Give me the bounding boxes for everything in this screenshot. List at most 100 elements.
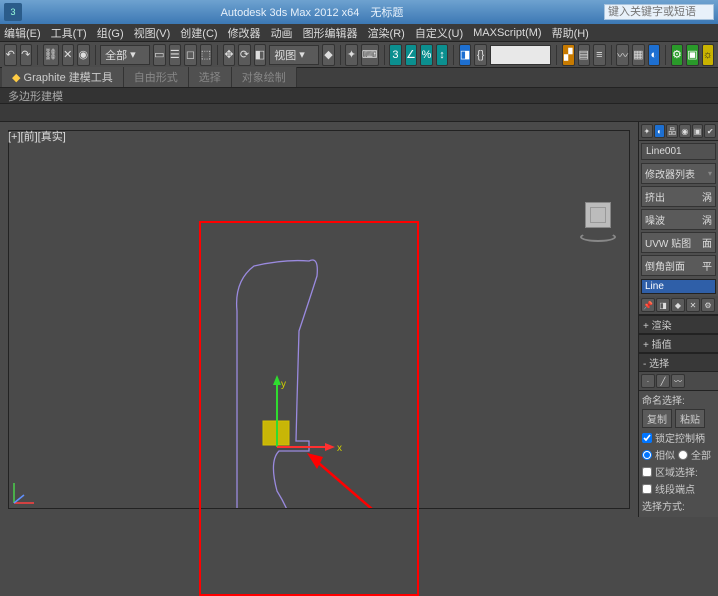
menu-rendering[interactable]: 渲染(R) bbox=[368, 25, 405, 41]
link-button[interactable]: ⛓ bbox=[43, 44, 59, 66]
vertex-level-icon[interactable]: · bbox=[641, 374, 655, 388]
toolbar-separator bbox=[217, 45, 218, 65]
select-object-button[interactable]: ▭ bbox=[153, 44, 166, 66]
percent-snap-button[interactable]: % bbox=[420, 44, 433, 66]
select-by-name-button[interactable]: ☰ bbox=[169, 44, 182, 66]
manipulate-button[interactable]: ✦ bbox=[345, 44, 358, 66]
gizmo-y-arrow-icon[interactable] bbox=[273, 375, 281, 385]
schematic-view-button[interactable]: ▦ bbox=[632, 44, 645, 66]
menu-modifiers[interactable]: 修改器 bbox=[228, 25, 261, 41]
menu-graph-editors[interactable]: 图形编辑器 bbox=[303, 25, 358, 41]
copy-button[interactable]: 复制 bbox=[642, 409, 672, 428]
menu-edit[interactable]: 编辑(E) bbox=[4, 25, 41, 41]
viewcube-ring-icon[interactable] bbox=[580, 232, 616, 242]
utilities-tab-icon[interactable]: ✔ bbox=[704, 124, 716, 138]
menu-animation[interactable]: 动画 bbox=[271, 25, 293, 41]
hierarchy-tab-icon[interactable]: 品 bbox=[666, 124, 678, 138]
rendered-frame-button[interactable]: ▣ bbox=[686, 44, 699, 66]
make-unique-icon[interactable]: ◆ bbox=[671, 298, 685, 312]
menu-group[interactable]: 组(G) bbox=[97, 25, 124, 41]
preset-uvw-button[interactable]: UVW 贴图面 bbox=[641, 232, 716, 253]
rollout-selection[interactable]: - 选择 bbox=[639, 353, 718, 372]
modifier-list-dropdown[interactable]: 修改器列表▾ bbox=[641, 163, 716, 184]
selection-filter-dropdown[interactable]: 全部 ▾ bbox=[100, 45, 150, 65]
ribbon-tab-paint[interactable]: 对象绘制 bbox=[232, 67, 297, 87]
all-radio[interactable] bbox=[678, 450, 688, 460]
viewport-label[interactable]: [+][前][真实] bbox=[8, 128, 66, 144]
motion-tab-icon[interactable]: ◉ bbox=[679, 124, 691, 138]
viewcube[interactable] bbox=[578, 202, 618, 242]
rollout-render[interactable]: + 渲染 bbox=[639, 315, 718, 334]
unlink-button[interactable]: ✕ bbox=[62, 44, 75, 66]
undo-button[interactable]: ↶ bbox=[4, 44, 17, 66]
object-name-field[interactable]: Line001 bbox=[641, 143, 716, 160]
segment-end-checkbox[interactable] bbox=[642, 484, 652, 494]
ribbon-tab-graphite[interactable]: ◆ Graphite 建模工具 bbox=[2, 67, 124, 87]
spinner-snap-button[interactable]: ↕ bbox=[436, 44, 449, 66]
rollout-interpolation[interactable]: + 插值 bbox=[639, 334, 718, 353]
segment-level-icon[interactable]: ╱ bbox=[656, 374, 670, 388]
pin-stack-icon[interactable]: 📌 bbox=[641, 298, 655, 312]
preset-extrude-button[interactable]: 挤出涡 bbox=[641, 186, 716, 207]
configure-icon[interactable]: ⚙ bbox=[701, 298, 715, 312]
area-select-checkbox[interactable] bbox=[642, 467, 652, 477]
keyboard-shortcut-button[interactable]: ⌨ bbox=[361, 44, 379, 66]
mirror-button[interactable]: ▞ bbox=[562, 44, 575, 66]
scale-button[interactable]: ◧ bbox=[254, 44, 267, 66]
render-setup-button[interactable]: ⚙ bbox=[671, 44, 684, 66]
render-button[interactable]: ☼ bbox=[702, 44, 715, 66]
lock-handles-row: 锁定控制柄 bbox=[639, 429, 718, 446]
ribbon-tab-freeform[interactable]: 自由形式 bbox=[124, 67, 189, 87]
viewcube-face-icon[interactable] bbox=[585, 202, 611, 228]
align-button[interactable]: ▤ bbox=[578, 44, 591, 66]
menu-create[interactable]: 创建(C) bbox=[180, 25, 217, 41]
gizmo-x-arrow-icon[interactable] bbox=[325, 443, 335, 451]
material-editor-button[interactable]: ◐ bbox=[648, 44, 661, 66]
content-area: [+][前][真实] y bbox=[0, 122, 718, 517]
spline-level-icon[interactable]: 〰 bbox=[671, 374, 685, 388]
display-tab-icon[interactable]: ▣ bbox=[692, 124, 704, 138]
menu-tools[interactable]: 工具(T) bbox=[51, 25, 87, 41]
modifier-stack[interactable]: Line bbox=[641, 279, 716, 294]
modifier-stack-item[interactable]: Line bbox=[642, 280, 715, 293]
layer-manager-button[interactable]: ≡ bbox=[593, 44, 606, 66]
snap-toggle-button[interactable]: 3 bbox=[389, 44, 402, 66]
alike-radio[interactable] bbox=[642, 450, 652, 460]
ref-coord-dropdown[interactable]: 视图 ▾ bbox=[269, 45, 319, 65]
rollout-label: 插值 bbox=[652, 340, 672, 351]
named-selection-buttons: 复制 粘贴 bbox=[639, 408, 718, 429]
angle-snap-button[interactable]: ∠ bbox=[405, 44, 418, 66]
help-search-input[interactable] bbox=[604, 4, 714, 20]
modify-tab-icon[interactable]: ◐ bbox=[654, 124, 666, 138]
show-end-icon[interactable]: ◨ bbox=[656, 298, 670, 312]
use-pivot-button[interactable]: ◆ bbox=[322, 44, 335, 66]
curve-editor-button[interactable]: 〰 bbox=[616, 44, 629, 66]
window-crossing-button[interactable]: ⬚ bbox=[200, 44, 213, 66]
btn-label: 倒角剖面 bbox=[645, 258, 685, 273]
select-region-button[interactable]: ◻ bbox=[184, 44, 197, 66]
menu-view[interactable]: 视图(V) bbox=[134, 25, 171, 41]
annotation-arrow-icon bbox=[314, 459, 409, 508]
remove-mod-icon[interactable]: ✕ bbox=[686, 298, 700, 312]
bind-button[interactable]: ◉ bbox=[77, 44, 90, 66]
move-button[interactable]: ✥ bbox=[223, 44, 236, 66]
viewport-front[interactable]: y x bbox=[8, 130, 630, 509]
menu-maxscript[interactable]: MAXScript(M) bbox=[473, 27, 541, 39]
preset-chamfer-button[interactable]: 倒角剖面平 bbox=[641, 255, 716, 276]
named-selection-input[interactable] bbox=[490, 45, 552, 65]
lock-handles-checkbox[interactable] bbox=[642, 433, 652, 443]
create-named-button[interactable]: {} bbox=[474, 44, 487, 66]
menu-help[interactable]: 帮助(H) bbox=[552, 25, 589, 41]
paste-button[interactable]: 粘贴 bbox=[675, 409, 705, 428]
rotate-button[interactable]: ⟳ bbox=[238, 44, 251, 66]
create-tab-icon[interactable]: ✦ bbox=[641, 124, 653, 138]
app-logo-icon[interactable]: 3 bbox=[4, 3, 22, 21]
toolbar-separator bbox=[37, 45, 38, 65]
menu-customize[interactable]: 自定义(U) bbox=[415, 25, 463, 41]
preset-noise-button[interactable]: 噪波涡 bbox=[641, 209, 716, 230]
edit-named-button[interactable]: ◨ bbox=[459, 44, 472, 66]
select-by-row: 选择方式: bbox=[639, 497, 718, 514]
title-bar: 3 Autodesk 3ds Max 2012 x64 无标题 bbox=[0, 0, 718, 24]
ribbon-tab-selection[interactable]: 选择 bbox=[189, 67, 232, 87]
redo-button[interactable]: ↷ bbox=[20, 44, 33, 66]
